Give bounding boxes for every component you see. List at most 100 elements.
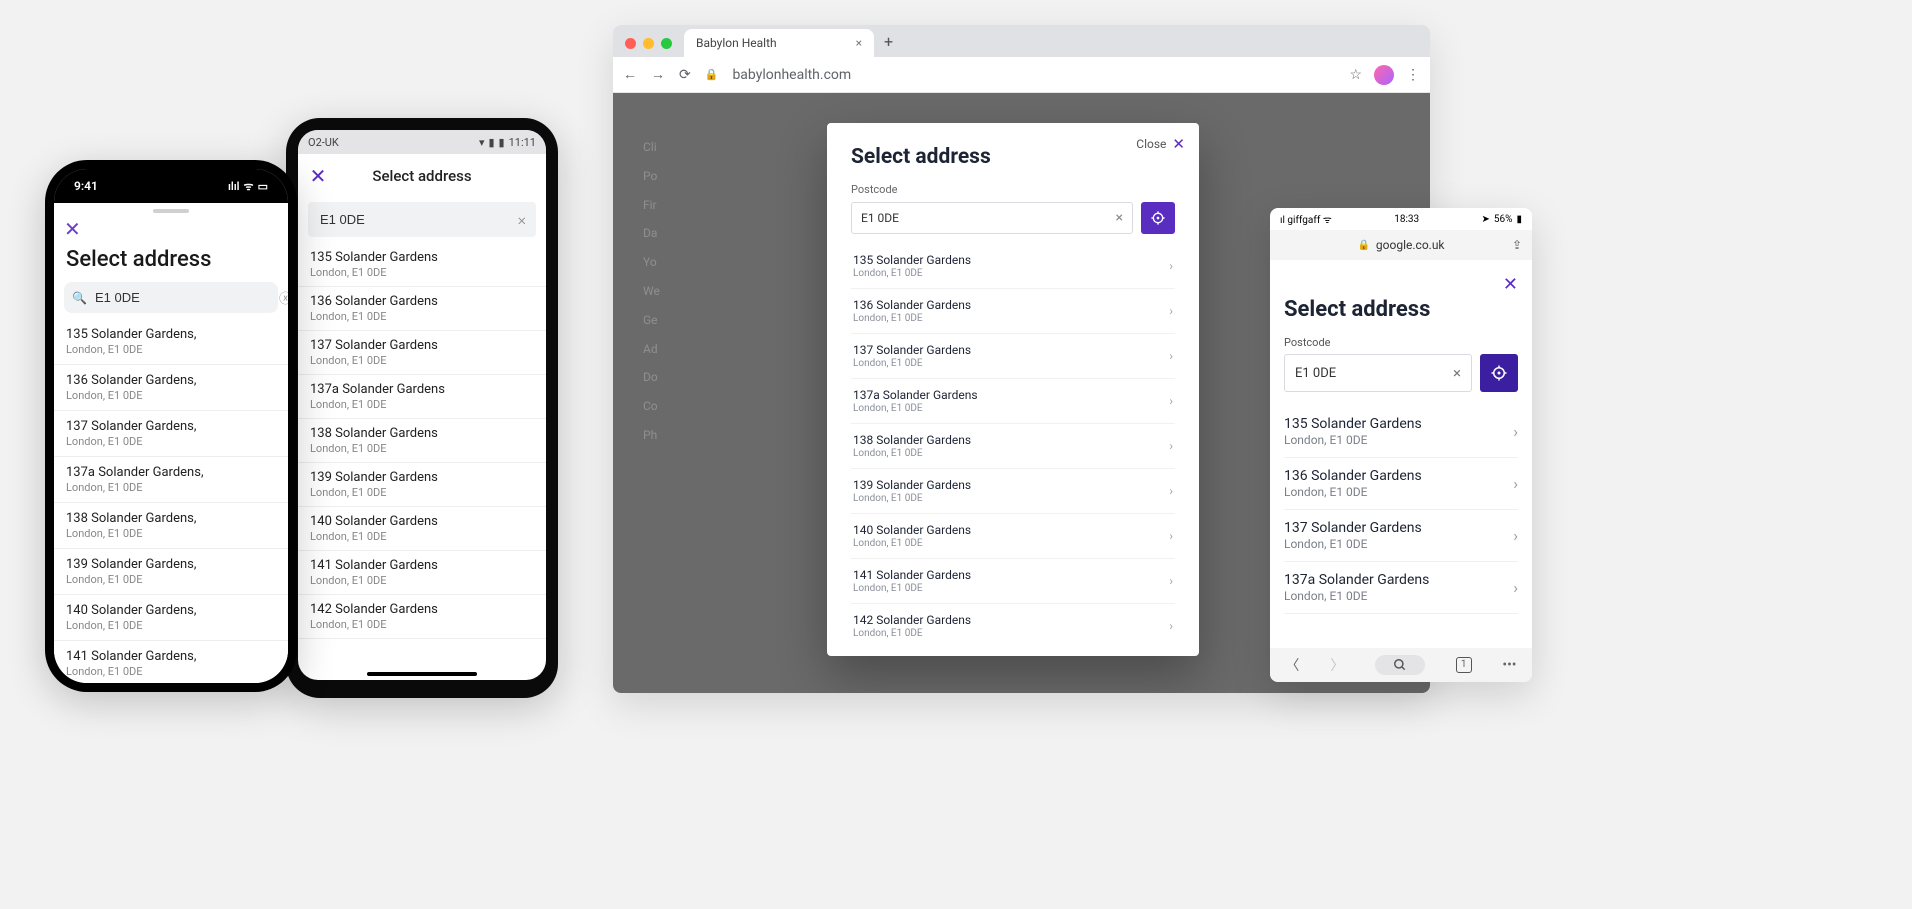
address-result-item[interactable]: 135 Solander Gardens,London, E1 0DE (54, 319, 288, 365)
address-result-item[interactable]: 137 Solander Gardens,London, E1 0DE (54, 411, 288, 457)
profile-avatar[interactable] (1374, 65, 1394, 85)
postcode-input[interactable]: E1 0DE × (851, 202, 1133, 234)
back-icon[interactable]: ← (623, 66, 637, 83)
address-result-item[interactable]: 140 Solander GardensLondon, E1 0DE› (851, 514, 1175, 559)
address-result-item[interactable]: 135 Solander GardensLondon, E1 0DE› (1284, 406, 1518, 458)
close-icon[interactable]: ✕ (54, 213, 288, 245)
ios-time: 18:33 (1394, 214, 1419, 225)
chevron-right-icon: › (1513, 422, 1518, 441)
address-result-item[interactable]: 136 Solander GardensLondon, E1 0DE› (851, 289, 1175, 334)
address-line1: 137a Solander Gardens (1284, 572, 1429, 588)
address-line2: London, E1 0DE (66, 435, 276, 448)
address-result-item[interactable]: 137a Solander Gardens,London, E1 0DE (54, 457, 288, 503)
address-result-item[interactable]: 142 Solander GardensLondon, E1 0DE› (851, 604, 1175, 648)
address-result-item[interactable]: 139 Solander GardensLondon, E1 0DE (298, 463, 546, 507)
address-result-item[interactable]: 136 Solander GardensLondon, E1 0DE› (1284, 458, 1518, 510)
chevron-right-icon: › (1513, 526, 1518, 545)
address-line2: London, E1 0DE (310, 486, 534, 499)
menu-icon[interactable]: ••• (1502, 657, 1516, 673)
postcode-search-field[interactable]: 🔍 ⓧ (64, 282, 278, 313)
close-button[interactable]: Close ✕ (1136, 135, 1185, 153)
address-result-item[interactable]: 141 Solander Gardens,London, E1 0DE (54, 641, 288, 683)
address-result-item[interactable]: 137 Solander GardensLondon, E1 0DE (298, 331, 546, 375)
minimize-window-icon[interactable] (643, 38, 654, 49)
address-result-item[interactable]: 140 Solander GardensLondon, E1 0DE (298, 507, 546, 551)
url-text[interactable]: babylonhealth.com (732, 67, 851, 83)
address-line2: London, E1 0DE (66, 389, 276, 402)
clear-icon[interactable]: × (1453, 364, 1461, 382)
window-controls[interactable] (613, 38, 684, 57)
chevron-right-icon: › (1169, 484, 1173, 498)
address-result-item[interactable]: 138 Solander Gardens,London, E1 0DE (54, 503, 288, 549)
wifi-icon: ᯤ (244, 179, 254, 194)
clear-icon[interactable]: × (1116, 210, 1123, 226)
address-line2: London, E1 0DE (1284, 589, 1429, 603)
battery-icon: ▭ (258, 180, 268, 193)
close-tab-icon[interactable]: × (856, 36, 862, 50)
address-result-item[interactable]: 136 Solander Gardens,London, E1 0DE (54, 365, 288, 411)
address-results-list: 135 Solander Gardens,London, E1 0DE136 S… (54, 319, 288, 683)
close-window-icon[interactable] (625, 38, 636, 49)
back-icon[interactable]: 〈 (1285, 655, 1299, 675)
address-result-item[interactable]: 137a Solander GardensLondon, E1 0DE› (851, 379, 1175, 424)
address-result-item[interactable]: 139 Solander GardensLondon, E1 0DE› (851, 469, 1175, 514)
address-result-item[interactable]: 135 Solander GardensLondon, E1 0DE (298, 243, 546, 287)
reload-icon[interactable]: ⟳ (679, 67, 691, 83)
chevron-right-icon: › (1169, 394, 1173, 408)
address-line2: London, E1 0DE (310, 398, 534, 411)
address-result-item[interactable]: 136 Solander GardensLondon, E1 0DE (298, 287, 546, 331)
clear-icon[interactable]: × (518, 210, 526, 229)
close-icon: ✕ (1172, 135, 1185, 153)
address-result-item[interactable]: 140 Solander Gardens,London, E1 0DE (54, 595, 288, 641)
address-result-item[interactable]: 141 Solander GardensLondon, E1 0DE› (851, 559, 1175, 604)
address-result-item[interactable]: 137a Solander GardensLondon, E1 0DE (298, 375, 546, 419)
address-line1: 141 Solander Gardens, (66, 649, 276, 664)
safari-url-bar[interactable]: 🔒 google.co.uk ⇪ (1270, 230, 1532, 260)
star-icon[interactable]: ☆ (1349, 67, 1362, 83)
browser-tab[interactable]: Babylon Health × (684, 29, 874, 57)
locate-button[interactable] (1480, 354, 1518, 392)
address-result-item[interactable]: 141 Solander GardensLondon, E1 0DE (298, 551, 546, 595)
iphone-time: 9:41 (74, 179, 98, 193)
search-icon[interactable] (1375, 655, 1425, 675)
maximize-window-icon[interactable] (661, 38, 672, 49)
address-line2: London, E1 0DE (1284, 485, 1422, 499)
battery-percent: 56% (1494, 214, 1513, 225)
page-title: Select address (54, 245, 288, 282)
tabs-icon[interactable]: 1 (1456, 657, 1472, 673)
address-result-item[interactable]: 137a Solander GardensLondon, E1 0DE› (1284, 562, 1518, 614)
address-line2: London, E1 0DE (853, 493, 971, 504)
postcode-search-field[interactable]: × (308, 202, 536, 237)
locate-button[interactable] (1141, 202, 1175, 234)
address-result-item[interactable]: 139 Solander Gardens,London, E1 0DE (54, 549, 288, 595)
address-result-item[interactable]: 135 Solander GardensLondon, E1 0DE› (851, 244, 1175, 289)
forward-icon: 〉 (1330, 655, 1344, 675)
address-result-item[interactable]: 142 Solander GardensLondon, E1 0DE (298, 595, 546, 639)
address-result-item[interactable]: 137 Solander GardensLondon, E1 0DE› (851, 334, 1175, 379)
address-result-item[interactable]: 138 Solander GardensLondon, E1 0DE (298, 419, 546, 463)
chevron-right-icon: › (1169, 349, 1173, 363)
clear-icon[interactable]: ⓧ (279, 288, 288, 307)
postcode-input[interactable] (318, 211, 518, 228)
postcode-input[interactable]: E1 0DE × (1284, 354, 1472, 392)
address-result-item[interactable]: 137 Solander GardensLondon, E1 0DE› (1284, 510, 1518, 562)
address-line1: 135 Solander Gardens (1284, 416, 1422, 432)
android-home-indicator (367, 672, 477, 676)
new-tab-button[interactable]: + (874, 32, 903, 57)
address-results-list: 135 Solander GardensLondon, E1 0DE›136 S… (851, 244, 1175, 648)
background-label: Ph (643, 421, 660, 450)
address-line1: 138 Solander Gardens (853, 433, 971, 447)
address-line2: London, E1 0DE (853, 403, 978, 414)
postcode-input[interactable] (93, 289, 273, 306)
address-line1: 136 Solander Gardens (310, 294, 534, 309)
chevron-right-icon: › (1513, 474, 1518, 493)
chevron-right-icon: › (1169, 304, 1173, 318)
address-result-item[interactable]: 138 Solander GardensLondon, E1 0DE› (851, 424, 1175, 469)
close-icon[interactable]: ✕ (1284, 274, 1518, 295)
forward-icon[interactable]: → (651, 66, 665, 83)
ios-status-bar: ıl giffgaff ᯤ 18:33 ➤ 56% ▮ (1270, 208, 1532, 230)
page-title: Select address (1284, 297, 1518, 322)
share-icon[interactable]: ⇪ (1512, 238, 1522, 252)
tab-title: Babylon Health (696, 36, 777, 50)
menu-icon[interactable]: ⋮ (1406, 67, 1420, 83)
